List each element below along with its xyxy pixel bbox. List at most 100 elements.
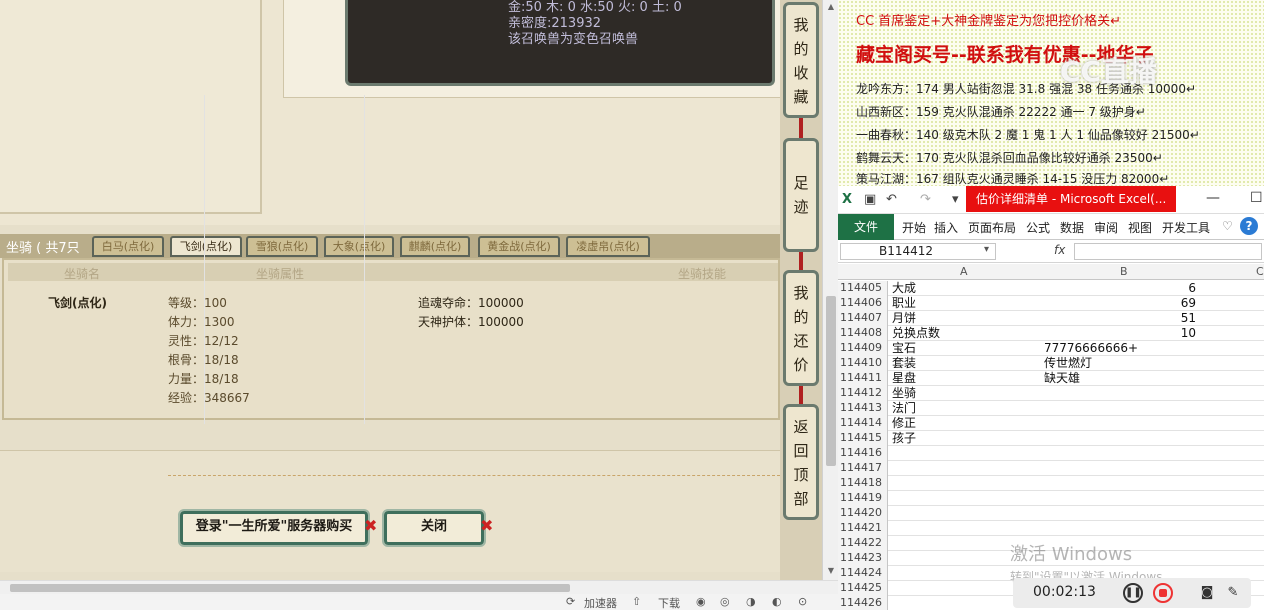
- cell-a[interactable]: 坐骑: [892, 386, 1042, 400]
- cell-b[interactable]: 传世燃灯: [1044, 356, 1200, 370]
- row-number[interactable]: 114421: [838, 521, 888, 536]
- cell-b[interactable]: 10: [1044, 326, 1200, 340]
- tab-mount-0[interactable]: 白马(点化): [92, 236, 164, 257]
- cell-a[interactable]: 兑换点数: [892, 326, 1042, 340]
- tab-mount-3[interactable]: 大象(点化): [324, 236, 394, 257]
- row-number[interactable]: 114415: [838, 431, 888, 446]
- column-header-b[interactable]: B: [1120, 265, 1128, 278]
- cell-a[interactable]: 孩子: [892, 431, 1042, 445]
- row-number[interactable]: 114425: [838, 581, 888, 596]
- my-favorites-button[interactable]: 我 的 收 藏: [783, 2, 819, 118]
- scroll-thumb[interactable]: [826, 296, 836, 466]
- row-number[interactable]: 114419: [838, 491, 888, 506]
- name-box[interactable]: B114412: [840, 243, 996, 260]
- side-char: 的: [793, 308, 809, 326]
- status-icon[interactable]: ⊙: [798, 595, 807, 608]
- row-number[interactable]: 114405: [838, 281, 888, 296]
- row-number[interactable]: 114414: [838, 416, 888, 431]
- vertical-scrollbar[interactable]: ▲ ▼: [822, 0, 838, 580]
- status-icon[interactable]: ◉: [696, 595, 706, 608]
- status-icon[interactable]: ◐: [772, 595, 782, 608]
- horizontal-scrollbar[interactable]: [0, 580, 838, 594]
- scroll-down-icon[interactable]: ▼: [826, 566, 836, 576]
- column-header-a[interactable]: A: [960, 265, 968, 278]
- row-number[interactable]: 114420: [838, 506, 888, 521]
- accelerator-label[interactable]: 加速器: [584, 595, 617, 610]
- row-number[interactable]: 114412: [838, 386, 888, 401]
- tab-mount-2[interactable]: 雪狼(点化): [246, 236, 318, 257]
- row-number[interactable]: 114410: [838, 356, 888, 371]
- ribbon-tab-insert[interactable]: 插入: [934, 219, 958, 236]
- customize-qat-icon[interactable]: ▾: [952, 192, 959, 207]
- pause-icon[interactable]: ❚❚: [1123, 583, 1143, 603]
- download-label[interactable]: 下载: [658, 595, 680, 610]
- row-number[interactable]: 114417: [838, 461, 888, 476]
- ribbon-tab-view[interactable]: 视图: [1128, 219, 1152, 236]
- name-box-dropdown-icon[interactable]: ▾: [984, 244, 989, 255]
- save-icon[interactable]: ▣: [864, 192, 876, 207]
- row-number[interactable]: 114422: [838, 536, 888, 551]
- stop-record-icon[interactable]: [1153, 583, 1173, 603]
- status-icon[interactable]: ◎: [720, 595, 730, 608]
- login-server-buy-button[interactable]: 登录"一生所爱"服务器购买: [178, 509, 370, 547]
- row-number[interactable]: 114418: [838, 476, 888, 491]
- ribbon-collapse-icon[interactable]: ♡: [1222, 219, 1233, 233]
- row-number[interactable]: 114411: [838, 371, 888, 386]
- cell-a[interactable]: 修正: [892, 416, 1042, 430]
- ribbon-tab-review[interactable]: 审阅: [1094, 219, 1118, 236]
- scroll-up-icon[interactable]: ▲: [826, 2, 836, 12]
- ribbon-tab-page-layout[interactable]: 页面布局: [968, 219, 1016, 236]
- ribbon-tab-developer[interactable]: 开发工具: [1162, 219, 1210, 236]
- back-to-top-button[interactable]: 返 回 顶 部: [783, 404, 819, 520]
- cell-b[interactable]: 6: [1044, 281, 1200, 295]
- hscroll-thumb[interactable]: [10, 584, 570, 592]
- row-number[interactable]: 114413: [838, 401, 888, 416]
- tab-mount-6[interactable]: 凌虚帛(点化): [566, 236, 650, 257]
- download-arrow-icon[interactable]: ⇧: [632, 595, 641, 608]
- recording-timer: 00:02:13: [1033, 584, 1096, 600]
- row-number[interactable]: 114406: [838, 296, 888, 311]
- cell-a[interactable]: 月饼: [892, 311, 1042, 325]
- column-header-c[interactable]: C: [1256, 265, 1264, 278]
- ribbon-tab-home[interactable]: 开始: [902, 219, 926, 236]
- ribbon-tab-data[interactable]: 数据: [1060, 219, 1084, 236]
- cell-a[interactable]: 大成: [892, 281, 1042, 295]
- undo-icon[interactable]: ↶: [886, 192, 897, 207]
- tab-mount-1[interactable]: 飞剑(点化): [170, 236, 242, 257]
- function-icon[interactable]: fx: [1054, 243, 1065, 257]
- cell-b[interactable]: 缺天雄: [1044, 371, 1200, 385]
- footprint-button[interactable]: 足 迹: [783, 138, 819, 252]
- ribbon-tab-formulas[interactable]: 公式: [1026, 219, 1050, 236]
- cell-b[interactable]: 69: [1044, 296, 1200, 310]
- redo-icon[interactable]: ↷: [920, 192, 931, 207]
- ribbon-tab-file[interactable]: 文件: [838, 214, 894, 240]
- cell-a[interactable]: 职业: [892, 296, 1042, 310]
- camera-icon[interactable]: ◙: [1197, 583, 1217, 603]
- cell-b[interactable]: 51: [1044, 311, 1200, 325]
- cell-a[interactable]: 套装: [892, 356, 1042, 370]
- row-number[interactable]: 114423: [838, 551, 888, 566]
- row-number[interactable]: 114416: [838, 446, 888, 461]
- my-bargain-button[interactable]: 我 的 还 价: [783, 270, 819, 386]
- accelerator-icon[interactable]: ⟳: [566, 595, 575, 608]
- minimize-icon[interactable]: —: [1206, 190, 1220, 206]
- tab-mount-4[interactable]: 麒麟(点化): [400, 236, 470, 257]
- formula-input[interactable]: [1074, 243, 1262, 260]
- help-icon[interactable]: ?: [1240, 217, 1258, 235]
- row-number[interactable]: 114426: [838, 596, 888, 610]
- maximize-icon[interactable]: ☐: [1250, 190, 1263, 206]
- screen: 金:50 木: 0 水:50 火: 0 土: 0 亲密度:213932 该召唤兽…: [0, 0, 1264, 610]
- cell-a[interactable]: 宝石: [892, 341, 1042, 355]
- tab-mount-5[interactable]: 黄金战(点化): [478, 236, 560, 257]
- close-button[interactable]: 关闭: [382, 509, 486, 547]
- row-number[interactable]: 114424: [838, 566, 888, 581]
- status-icon[interactable]: ◑: [746, 595, 756, 608]
- row-number[interactable]: 114408: [838, 326, 888, 341]
- row-number[interactable]: 114407: [838, 311, 888, 326]
- pen-icon[interactable]: ✎: [1223, 583, 1243, 603]
- table-row: 114405 大成 6: [838, 281, 1264, 296]
- cell-b[interactable]: 77776666666+: [1044, 341, 1200, 355]
- cell-a[interactable]: 法门: [892, 401, 1042, 415]
- row-number[interactable]: 114409: [838, 341, 888, 356]
- cell-a[interactable]: 星盘: [892, 371, 1042, 385]
